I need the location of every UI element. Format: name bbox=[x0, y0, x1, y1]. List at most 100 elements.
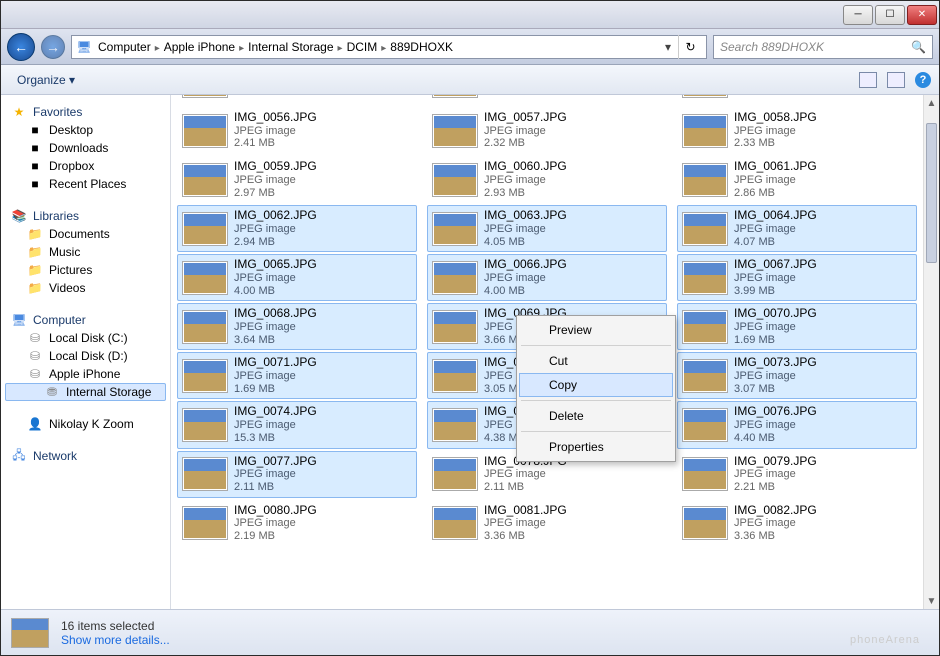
file-item[interactable]: IMG_0071.JPGJPEG image1.69 MB bbox=[177, 352, 417, 399]
scrollbar-thumb[interactable] bbox=[926, 123, 937, 263]
sidebar-drive-apple-iphone[interactable]: ⛁Apple iPhone bbox=[5, 365, 166, 383]
star-icon: ★ bbox=[11, 105, 27, 119]
file-type: JPEG image bbox=[234, 125, 317, 138]
file-item[interactable]: IMG_0056.JPGJPEG image2.41 MB bbox=[177, 107, 417, 154]
vertical-scrollbar[interactable]: ▲ ▼ bbox=[923, 95, 939, 609]
file-item[interactable]: IMG_0057.JPGJPEG image2.32 MB bbox=[427, 107, 667, 154]
file-item[interactable]: IMG_0064.JPGJPEG image4.07 MB bbox=[677, 205, 917, 252]
folder-icon: ■ bbox=[27, 159, 43, 173]
file-name: IMG_0058.JPG bbox=[734, 111, 817, 125]
context-menu-delete[interactable]: Delete bbox=[519, 404, 673, 428]
address-bar[interactable]: 🖥 Computer▸Apple iPhone▸Internal Storage… bbox=[71, 35, 707, 59]
file-item[interactable]: IMG_0076.JPGJPEG image4.40 MB bbox=[677, 401, 917, 448]
breadcrumb-segment[interactable]: 889DHOXK bbox=[386, 40, 457, 54]
minimize-button[interactable]: ─ bbox=[843, 5, 873, 25]
sidebar-internal-storage[interactable]: ⛃Internal Storage bbox=[5, 383, 166, 401]
file-item[interactable]: IMG_0066.JPGJPEG image4.00 MB bbox=[427, 254, 667, 301]
computer-header[interactable]: 🖥 Computer bbox=[5, 311, 166, 329]
image-thumb bbox=[432, 95, 478, 98]
scroll-up-arrow[interactable]: ▲ bbox=[924, 95, 939, 111]
address-dropdown[interactable]: ▾ bbox=[660, 40, 676, 54]
file-item[interactable]: IMG_0082.JPGJPEG image3.36 MB bbox=[677, 500, 917, 547]
file-size: 2.86 MB bbox=[734, 187, 817, 200]
image-thumb bbox=[182, 95, 228, 98]
file-list[interactable]: 2.19 MB 2.14 MB 2.36 MB IMG_0056.JPGJPEG im… bbox=[171, 95, 939, 609]
maximize-button[interactable]: ☐ bbox=[875, 5, 905, 25]
view-options-button[interactable] bbox=[859, 72, 877, 88]
libraries-header[interactable]: 📚 Libraries bbox=[5, 207, 166, 225]
help-button[interactable]: ? bbox=[915, 72, 931, 88]
file-item[interactable]: IMG_0062.JPGJPEG image2.94 MB bbox=[177, 205, 417, 252]
file-type: JPEG image bbox=[484, 125, 567, 138]
file-size: 1.69 MB bbox=[234, 383, 317, 396]
file-item[interactable]: IMG_0073.JPGJPEG image3.07 MB bbox=[677, 352, 917, 399]
file-name: IMG_0074.JPG bbox=[234, 405, 317, 419]
file-item[interactable]: IMG_0058.JPGJPEG image2.33 MB bbox=[677, 107, 917, 154]
network-header[interactable]: 🖧 Network bbox=[5, 447, 166, 465]
sidebar-library-music[interactable]: 📁Music bbox=[5, 243, 166, 261]
menu-separator bbox=[521, 345, 671, 346]
breadcrumb-segment[interactable]: Internal Storage bbox=[244, 40, 337, 54]
sidebar-library-pictures[interactable]: 📁Pictures bbox=[5, 261, 166, 279]
file-size: 2.11 MB bbox=[484, 481, 567, 494]
search-placeholder: Search 889DHOXK bbox=[720, 40, 824, 54]
preview-pane-button[interactable] bbox=[887, 72, 905, 88]
file-name: IMG_0071.JPG bbox=[234, 356, 317, 370]
sidebar-favorite-dropbox[interactable]: ■Dropbox bbox=[5, 157, 166, 175]
explorer-window: ─ ☐ ✕ ← → 🖥 Computer▸Apple iPhone▸Intern… bbox=[0, 0, 940, 656]
file-type: JPEG image bbox=[234, 370, 317, 383]
user-icon: 👤 bbox=[27, 417, 43, 431]
file-type: JPEG image bbox=[234, 517, 317, 530]
sidebar-drive-local-disk-d-[interactable]: ⛁Local Disk (D:) bbox=[5, 347, 166, 365]
breadcrumb-segment[interactable]: Apple iPhone bbox=[160, 40, 239, 54]
file-size: 4.07 MB bbox=[734, 236, 817, 249]
image-thumb bbox=[182, 163, 228, 197]
breadcrumb-segment[interactable]: DCIM bbox=[343, 40, 382, 54]
file-item[interactable]: IMG_0067.JPGJPEG image3.99 MB bbox=[677, 254, 917, 301]
favorites-header[interactable]: ★ Favorites bbox=[5, 103, 166, 121]
file-item[interactable]: 2.14 MB bbox=[427, 97, 667, 105]
sidebar-favorite-desktop[interactable]: ■Desktop bbox=[5, 121, 166, 139]
scroll-down-arrow[interactable]: ▼ bbox=[924, 593, 939, 609]
homegroup-user[interactable]: 👤 Nikolay K Zoom bbox=[5, 415, 166, 433]
file-type: JPEG image bbox=[734, 174, 817, 187]
file-item[interactable]: IMG_0068.JPGJPEG image3.64 MB bbox=[177, 303, 417, 350]
sidebar-library-videos[interactable]: 📁Videos bbox=[5, 279, 166, 297]
file-item[interactable]: 2.36 MB bbox=[677, 97, 917, 105]
chevron-right-icon[interactable]: ▸ bbox=[155, 43, 160, 54]
show-more-details-link[interactable]: Show more details... bbox=[61, 633, 170, 647]
file-item[interactable]: IMG_0081.JPGJPEG image3.36 MB bbox=[427, 500, 667, 547]
sidebar-favorite-recent-places[interactable]: ■Recent Places bbox=[5, 175, 166, 193]
file-item[interactable]: IMG_0080.JPGJPEG image2.19 MB bbox=[177, 500, 417, 547]
file-item[interactable]: 2.19 MB bbox=[177, 97, 417, 105]
image-thumb bbox=[432, 261, 478, 295]
file-size: 4.00 MB bbox=[484, 285, 567, 298]
file-name: IMG_0076.JPG bbox=[734, 405, 817, 419]
sidebar-favorite-downloads[interactable]: ■Downloads bbox=[5, 139, 166, 157]
sidebar-drive-local-disk-c-[interactable]: ⛁Local Disk (C:) bbox=[5, 329, 166, 347]
breadcrumb-segment[interactable]: Computer bbox=[94, 40, 155, 54]
context-menu-cut[interactable]: Cut bbox=[519, 349, 673, 373]
file-item[interactable]: IMG_0059.JPGJPEG image2.97 MB bbox=[177, 156, 417, 203]
refresh-button[interactable]: ↻ bbox=[678, 35, 702, 59]
file-item[interactable]: IMG_0063.JPGJPEG image4.05 MB bbox=[427, 205, 667, 252]
context-menu-preview[interactable]: Preview bbox=[519, 318, 673, 342]
file-item[interactable]: IMG_0060.JPGJPEG image2.93 MB bbox=[427, 156, 667, 203]
search-input[interactable]: Search 889DHOXK 🔍 bbox=[713, 35, 933, 59]
organize-menu[interactable]: Organize ▾ bbox=[9, 71, 83, 89]
close-button[interactable]: ✕ bbox=[907, 5, 937, 25]
back-button[interactable]: ← bbox=[7, 33, 35, 61]
file-item[interactable]: IMG_0070.JPGJPEG image1.69 MB bbox=[677, 303, 917, 350]
forward-button[interactable]: → bbox=[41, 35, 65, 59]
file-item[interactable]: IMG_0077.JPGJPEG image2.11 MB bbox=[177, 451, 417, 498]
file-item[interactable]: IMG_0079.JPGJPEG image2.21 MB bbox=[677, 451, 917, 498]
sidebar-library-documents[interactable]: 📁Documents bbox=[5, 225, 166, 243]
chevron-right-icon[interactable]: ▸ bbox=[338, 43, 343, 54]
context-menu-properties[interactable]: Properties bbox=[519, 435, 673, 459]
file-size: 1.69 MB bbox=[734, 334, 817, 347]
file-item[interactable]: IMG_0061.JPGJPEG image2.86 MB bbox=[677, 156, 917, 203]
image-thumb bbox=[182, 114, 228, 148]
file-item[interactable]: IMG_0065.JPGJPEG image4.00 MB bbox=[177, 254, 417, 301]
context-menu-copy[interactable]: Copy bbox=[519, 373, 673, 397]
file-item[interactable]: IMG_0074.JPGJPEG image15.3 MB bbox=[177, 401, 417, 448]
